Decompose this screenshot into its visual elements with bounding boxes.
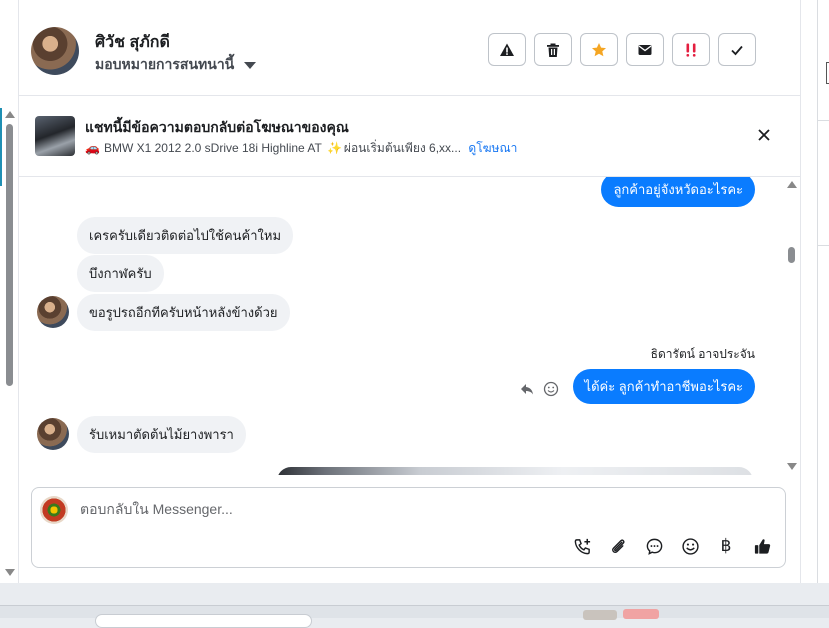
ad-thumbnail[interactable] (35, 116, 75, 156)
scroll-accent (0, 108, 2, 186)
contact-avatar-small (37, 418, 69, 450)
scroll-down-arrow-icon[interactable] (787, 463, 797, 470)
message-bubble-outgoing[interactable]: ลูกค้าอยู่จังหวัดอะไรคะ (601, 177, 755, 207)
contact-avatar[interactable] (31, 27, 79, 75)
taskbar-app-icon[interactable] (623, 609, 659, 619)
mark-unread-button[interactable] (626, 33, 664, 66)
chat-bubble-icon[interactable] (644, 536, 664, 556)
taskbar-search[interactable] (95, 614, 312, 628)
message-bubble-outgoing[interactable]: ได้ค่ะ ลูกค้าทำอาชีพอะไรคะ (572, 369, 755, 404)
message-thread: ลูกค้าอยู่จังหวัดอะไรคะ เครครับเดียวติดต… (19, 177, 781, 475)
assign-label: มอบหมายการสนทนานี้ (95, 56, 235, 72)
baht-icon[interactable]: ฿ (716, 536, 736, 556)
thread-scrollbar[interactable] (786, 177, 798, 475)
check-icon (731, 45, 743, 55)
double-exclamation-icon (686, 43, 696, 57)
message-bubble-incoming[interactable]: บึงกาฬครับ (77, 255, 164, 292)
sender-name: ธิดารัตน์ อาจประจัน (650, 347, 755, 361)
image-attachment-preview[interactable] (277, 467, 753, 475)
page-avatar (40, 496, 68, 524)
message-bubble-incoming[interactable]: เครครับเดียวติดต่อไปใช้คนค้าใหม (77, 217, 294, 254)
paperclip-icon[interactable] (608, 536, 628, 556)
conversation-header: ศิวัช สุภักดี มอบหมายการสนทนานี้ (19, 7, 800, 96)
message-tools (519, 381, 559, 397)
star-button[interactable] (580, 33, 618, 66)
contact-name[interactable]: ศิวัช สุภักดี (95, 30, 170, 55)
side-divider (818, 120, 829, 121)
os-taskbar (0, 605, 829, 628)
reply-icon[interactable] (519, 381, 535, 397)
side-panel-edge (817, 0, 829, 583)
mark-done-button[interactable] (718, 33, 756, 66)
ad-car-title: BMW X1 2012 2.0 sDrive 18i Highline AT (103, 141, 322, 155)
add-call-icon[interactable] (572, 536, 592, 556)
envelope-icon (638, 44, 652, 55)
contact-avatar-small (37, 296, 69, 328)
ad-reply-banner: แชทนี้มีข้อความตอบกลับต่อโฆษณาของคุณ 🚗 BM… (19, 96, 800, 177)
message-composer: ฿ (31, 487, 786, 568)
star-icon (592, 42, 606, 56)
scroll-down-arrow-icon[interactable] (5, 569, 15, 576)
trash-icon (547, 43, 559, 57)
panel-right-edge (800, 0, 818, 583)
close-banner-button[interactable] (755, 126, 773, 144)
ad-banner-title: แชทนี้มีข้อความตอบกลับต่อโฆษณาของคุณ (85, 119, 349, 135)
follow-up-button[interactable] (672, 33, 710, 66)
reply-input[interactable] (78, 500, 642, 518)
thumbs-up-icon[interactable] (752, 536, 772, 556)
report-spam-button[interactable] (488, 33, 526, 66)
scroll-thumb[interactable] (788, 247, 795, 263)
car-icon: 🚗 (85, 141, 100, 155)
scroll-thumb[interactable] (6, 124, 13, 386)
page-scrollbar[interactable] (0, 0, 19, 583)
ad-price-snippet: ผ่อนเริ่มต้นเพียง 6,xx... (343, 141, 462, 155)
react-emoji-icon[interactable] (543, 381, 559, 397)
message-bubble-incoming[interactable]: รับเหมาตัดต้นไม้ยางพารา (77, 416, 246, 453)
conversation-actions (488, 33, 756, 66)
taskbar-app-icon[interactable] (583, 610, 617, 620)
warning-icon (500, 43, 514, 56)
sparkle-icon: ✨ (326, 141, 342, 155)
delete-button[interactable] (534, 33, 572, 66)
message-bubble-incoming[interactable]: ขอรูปรถอีกทีครับหน้าหลังข้างด้วย (77, 294, 290, 331)
ad-banner-subtitle: 🚗 BMW X1 2012 2.0 sDrive 18i Highline AT … (85, 139, 517, 158)
caret-down-icon (244, 61, 257, 69)
emoji-icon[interactable] (680, 536, 700, 556)
scroll-up-arrow-icon[interactable] (5, 111, 15, 118)
side-divider (818, 245, 829, 246)
composer-tools: ฿ (572, 536, 772, 556)
assign-conversation-dropdown[interactable]: มอบหมายการสนทนานี้ (95, 54, 257, 76)
view-ad-link[interactable]: ดูโฆษณา (468, 141, 517, 155)
close-icon (758, 129, 770, 141)
scroll-up-arrow-icon[interactable] (787, 181, 797, 188)
